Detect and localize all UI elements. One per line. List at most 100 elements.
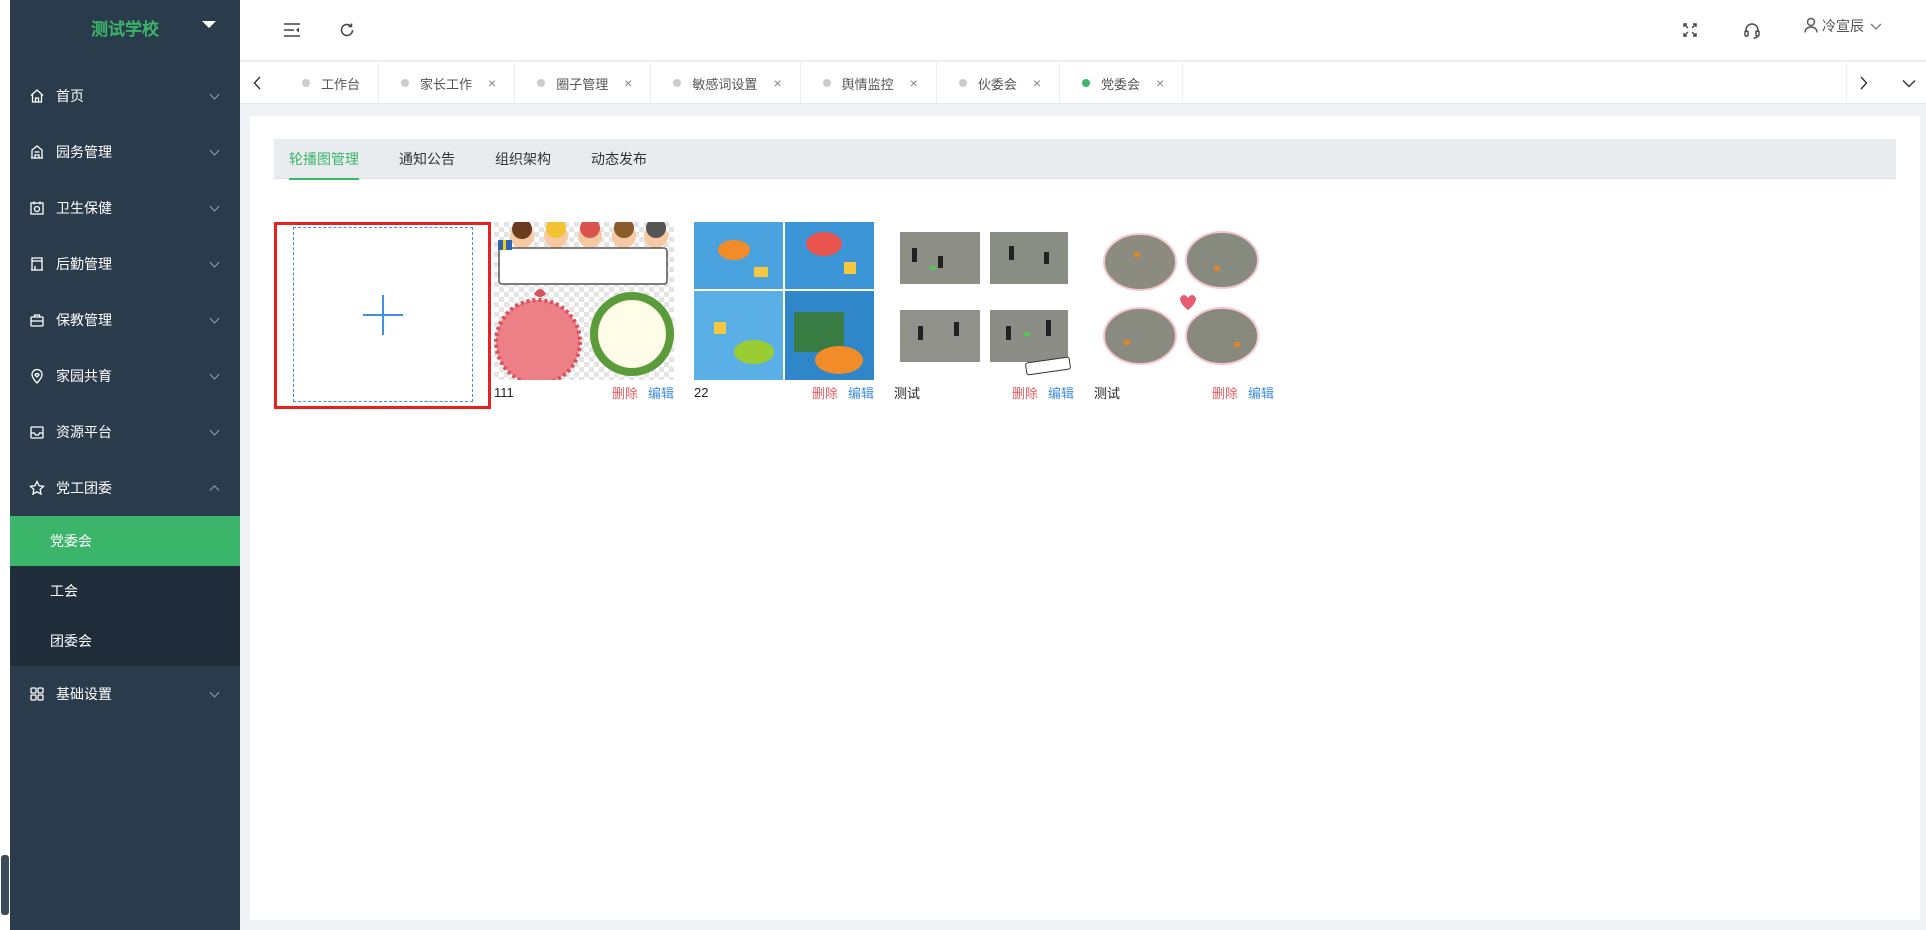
close-icon[interactable]: × <box>488 75 496 91</box>
carousel-image-colorful-collage[interactable] <box>694 222 874 380</box>
tab-label: 圈子管理 <box>556 76 609 92</box>
user-icon <box>1804 17 1818 36</box>
chevron-down-icon <box>209 687 220 698</box>
close-icon[interactable]: × <box>1033 75 1041 91</box>
delete-link[interactable]: 删除 <box>812 383 838 402</box>
edge-handle[interactable] <box>1 855 9 915</box>
carousel-image-cartoon-kids-frame[interactable] <box>494 222 674 380</box>
user-menu[interactable]: 冷宣辰 <box>1804 16 1882 36</box>
close-icon[interactable]: × <box>773 75 781 91</box>
close-icon[interactable]: × <box>624 75 632 91</box>
edit-link[interactable]: 编辑 <box>848 383 874 402</box>
tab-dot-icon <box>822 79 831 87</box>
carousel-image-playground-photos-hearts[interactable] <box>1094 222 1274 380</box>
sidebar-item-label: 党工团委 <box>56 480 112 496</box>
chevron-up-icon <box>209 485 220 496</box>
sidebar-item-label: 园务管理 <box>56 144 112 160</box>
subtab-organization[interactable]: 组织架构 <box>495 139 551 179</box>
menu-fold-icon[interactable] <box>280 18 304 42</box>
school-name: 测试学校 <box>91 19 159 39</box>
sidebar-item-home[interactable]: 首页 <box>10 68 240 124</box>
chevron-down-icon <box>209 201 220 212</box>
subtab-notices[interactable]: 通知公告 <box>399 139 455 179</box>
sidebar-item-label: 卫生保健 <box>56 200 112 216</box>
sidebar-item-health[interactable]: 卫生保健 <box>10 180 240 236</box>
top-header: 冷宣辰 <box>240 0 1926 61</box>
sidebar-subitem-youth-league[interactable]: 团委会 <box>10 616 240 666</box>
carousel-image-playground-photos-grid[interactable] <box>894 222 1074 380</box>
tab-sensitive-words[interactable]: 敏感词设置 × <box>651 62 801 104</box>
briefcase-icon <box>28 311 46 329</box>
building-icon <box>28 143 46 161</box>
grid-icon <box>28 685 46 703</box>
sidebar-menu: 首页 园务管理 卫生保健 后勤管理 保教管理 家园共育 资源平台 党工团委 党委… <box>10 68 240 722</box>
refresh-icon[interactable] <box>335 18 359 42</box>
tab-label: 工作台 <box>321 76 361 92</box>
tab-dot-icon <box>401 79 410 87</box>
subtab-carousel[interactable]: 轮播图管理 <box>289 139 359 180</box>
tab-label: 党委会 <box>1101 76 1141 92</box>
edit-link[interactable]: 编辑 <box>648 383 674 402</box>
caret-down-icon[interactable] <box>202 21 216 28</box>
delete-link[interactable]: 删除 <box>612 383 638 402</box>
school-logo[interactable]: 测试学校 <box>10 0 240 54</box>
sidebar-item-education[interactable]: 保教管理 <box>10 292 240 348</box>
sidebar-subitem-party-committee[interactable]: 党委会 <box>10 516 240 566</box>
window-edge <box>0 0 10 930</box>
headset-icon[interactable] <box>1740 18 1764 42</box>
inbox-icon <box>28 423 46 441</box>
sidebar-item-logistics[interactable]: 后勤管理 <box>10 236 240 292</box>
chevron-down-icon <box>209 89 220 100</box>
subtab-label: 通知公告 <box>399 151 455 167</box>
tab-meal-committee[interactable]: 伙委会 × <box>937 62 1061 104</box>
sidebar-item-label: 首页 <box>56 88 84 104</box>
sidebar-item-label: 基础设置 <box>56 686 112 702</box>
tab-workbench[interactable]: 工作台 <box>280 62 380 104</box>
edit-link[interactable]: 编辑 <box>1048 383 1074 402</box>
tabs-scroll-right-icon[interactable] <box>1846 62 1880 104</box>
user-name: 冷宣辰 <box>1822 18 1864 34</box>
card-meta: 测试 删除 编辑 <box>894 380 1074 404</box>
sidebar-item-label: 保教管理 <box>56 312 112 328</box>
plus-icon <box>363 294 403 335</box>
upload-dropzone[interactable] <box>293 227 473 402</box>
tabs-dropdown-icon[interactable] <box>1892 62 1926 104</box>
card-meta: 22 删除 编辑 <box>694 380 874 404</box>
close-icon[interactable]: × <box>1156 75 1164 91</box>
fullscreen-icon[interactable] <box>1678 18 1702 42</box>
tabs-scroll-left-icon[interactable] <box>240 62 274 104</box>
chevron-down-icon <box>209 257 220 268</box>
sidebar-item-resources[interactable]: 资源平台 <box>10 404 240 460</box>
sidebar-subitem-union[interactable]: 工会 <box>10 566 240 616</box>
tab-label: 舆情监控 <box>841 76 894 92</box>
edit-link[interactable]: 编辑 <box>1248 383 1274 402</box>
sidebar-item-affairs[interactable]: 园务管理 <box>10 124 240 180</box>
subtab-news[interactable]: 动态发布 <box>591 139 647 179</box>
chevron-down-icon <box>209 369 220 380</box>
delete-link[interactable]: 删除 <box>1012 383 1038 402</box>
carousel-card: 测试 删除 编辑 <box>894 222 1074 404</box>
delete-link[interactable]: 删除 <box>1212 383 1238 402</box>
sidebar-subitem-label: 工会 <box>50 583 78 599</box>
tab-parent-work[interactable]: 家长工作 × <box>379 62 516 104</box>
chevron-down-icon <box>209 425 220 436</box>
tab-opinion-monitor[interactable]: 舆情监控 × <box>801 62 937 104</box>
tab-party-committee[interactable]: 党委会 × <box>1060 62 1184 104</box>
chevron-down-icon <box>1870 18 1882 34</box>
close-icon[interactable]: × <box>910 75 918 91</box>
sidebar-item-party[interactable]: 党工团委 <box>10 460 240 516</box>
sidebar-item-label: 资源平台 <box>56 424 112 440</box>
tab-label: 伙委会 <box>977 76 1017 92</box>
tab-circle-management[interactable]: 圈子管理 × <box>515 62 652 104</box>
subtab-label: 动态发布 <box>591 151 647 167</box>
carousel-card: 22 删除 编辑 <box>694 222 874 404</box>
card-meta: 测试 删除 编辑 <box>1094 380 1274 404</box>
card-title: 111 <box>494 384 514 400</box>
logistics-icon <box>28 255 46 273</box>
tab-label: 家长工作 <box>420 76 473 92</box>
upload-image-button[interactable] <box>274 222 491 409</box>
tab-dot-icon <box>673 79 682 87</box>
sidebar-item-settings[interactable]: 基础设置 <box>10 666 240 722</box>
star-icon <box>28 479 46 497</box>
sidebar-item-homeschool[interactable]: 家园共育 <box>10 348 240 404</box>
